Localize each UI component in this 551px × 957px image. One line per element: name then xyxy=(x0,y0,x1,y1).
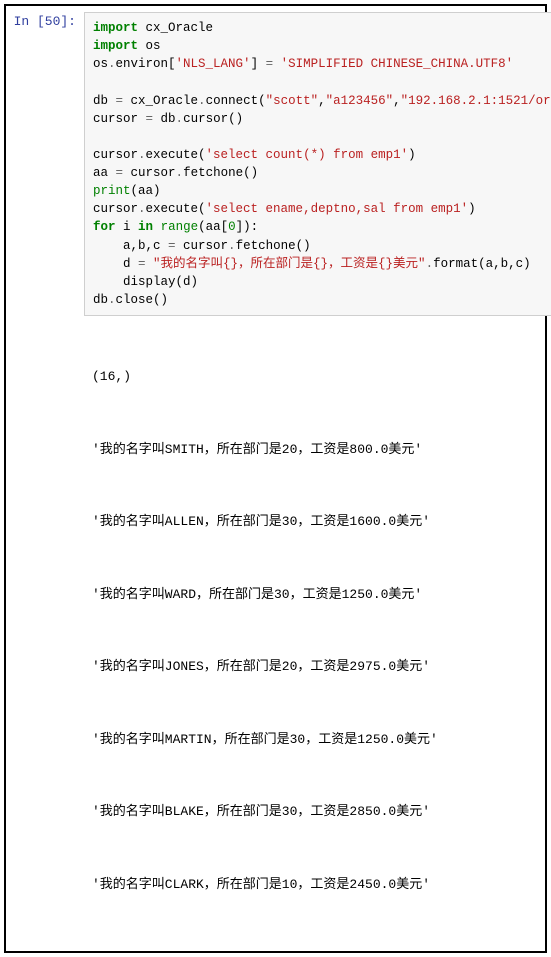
str: 'select count(*) from emp1' xyxy=(206,148,409,162)
op-eq: = xyxy=(266,57,274,71)
op-dot: . xyxy=(176,112,184,126)
code-text: format(a,b,c) xyxy=(433,257,531,271)
output-tuple: (16,) xyxy=(92,367,551,387)
code-text: fetchone() xyxy=(183,166,258,180)
code-text: execute( xyxy=(146,202,206,216)
code-text: ) xyxy=(408,148,416,162)
code-text: os xyxy=(93,57,108,71)
num: 0 xyxy=(228,220,236,234)
code-text: cx_Oracle xyxy=(138,21,213,35)
code-text: cursor xyxy=(176,239,229,253)
code-text: cursor xyxy=(93,148,138,162)
code-text: (aa[ xyxy=(198,220,228,234)
op-eq: = xyxy=(138,257,146,271)
code-text: db xyxy=(93,293,108,307)
str: "a123456" xyxy=(326,94,394,108)
op-eq: = xyxy=(146,112,154,126)
kw-import: import xyxy=(93,21,138,35)
code-text: environ[ xyxy=(116,57,176,71)
kw-in: in xyxy=(138,220,153,234)
code-text: db xyxy=(153,112,176,126)
output-line: '我的名字叫SMITH，所在部门是20，工资是800.0美元' xyxy=(92,440,551,460)
code-text xyxy=(153,220,161,234)
cell-body: import cx_Oracle import os os.environ['N… xyxy=(84,12,551,941)
notebook-frame: In [50]: import cx_Oracle import os os.e… xyxy=(4,4,547,953)
op-eq: = xyxy=(116,166,124,180)
output-line: '我的名字叫MARTIN，所在部门是30，工资是1250.0美元' xyxy=(92,730,551,750)
code-input[interactable]: import cx_Oracle import os os.environ['N… xyxy=(84,12,551,316)
code-text xyxy=(273,57,281,71)
code-text: ) xyxy=(468,202,476,216)
code-text: connect( xyxy=(206,94,266,108)
code-text: , xyxy=(393,94,401,108)
code-text: cursor xyxy=(93,112,146,126)
op-eq: = xyxy=(116,94,124,108)
code-text: cursor() xyxy=(183,112,243,126)
str: 'SIMPLIFIED CHINESE_CHINA.UTF8' xyxy=(281,57,514,71)
code-text: , xyxy=(318,94,326,108)
str: "我的名字叫{}，所在部门是{}，工资是{}美元" xyxy=(153,257,426,271)
op-dot: . xyxy=(198,94,206,108)
output-line: '我的名字叫CLARK，所在部门是10，工资是2450.0美元' xyxy=(92,875,551,895)
kw-import: import xyxy=(93,39,138,53)
code-text: a,b,c xyxy=(93,239,168,253)
str: 'select ename,deptno,sal from emp1' xyxy=(206,202,469,216)
builtin-range: range xyxy=(161,220,199,234)
code-text: execute( xyxy=(146,148,206,162)
code-text: ]): xyxy=(236,220,259,234)
code-text: close() xyxy=(116,293,169,307)
op-dot: . xyxy=(176,166,184,180)
kw-for: for xyxy=(93,220,116,234)
code-text: os xyxy=(138,39,161,53)
str: "192.168.2.1:1521/orcl" xyxy=(401,94,551,108)
op-dot: . xyxy=(108,57,116,71)
op-dot: . xyxy=(138,148,146,162)
code-text: (aa) xyxy=(131,184,161,198)
code-text: ] xyxy=(251,57,266,71)
op-dot: . xyxy=(426,257,434,271)
str: "scott" xyxy=(266,94,319,108)
op-eq: = xyxy=(168,239,176,253)
code-text: db xyxy=(93,94,116,108)
op-dot: . xyxy=(228,239,236,253)
code-text: i xyxy=(116,220,139,234)
output-line: '我的名字叫ALLEN，所在部门是30，工资是1600.0美元' xyxy=(92,512,551,532)
cell-output: (16,) '我的名字叫SMITH，所在部门是20，工资是800.0美元' '我… xyxy=(84,316,551,941)
input-prompt: In [50]: xyxy=(12,12,84,32)
op-dot: . xyxy=(108,293,116,307)
code-text: cx_Oracle xyxy=(123,94,198,108)
code-text xyxy=(146,257,154,271)
output-line: '我的名字叫BLAKE，所在部门是30，工资是2850.0美元' xyxy=(92,802,551,822)
cell-row: In [50]: import cx_Oracle import os os.e… xyxy=(12,12,539,941)
code-text: d xyxy=(93,257,138,271)
builtin-print: print xyxy=(93,184,131,198)
code-text: aa xyxy=(93,166,116,180)
output-line: '我的名字叫JONES，所在部门是20，工资是2975.0美元' xyxy=(92,657,551,677)
code-text: display(d) xyxy=(93,275,198,289)
output-line: '我的名字叫WARD，所在部门是30，工资是1250.0美元' xyxy=(92,585,551,605)
code-text: cursor xyxy=(123,166,176,180)
op-dot: . xyxy=(138,202,146,216)
code-text: cursor xyxy=(93,202,138,216)
code-text: fetchone() xyxy=(236,239,311,253)
str: 'NLS_LANG' xyxy=(176,57,251,71)
